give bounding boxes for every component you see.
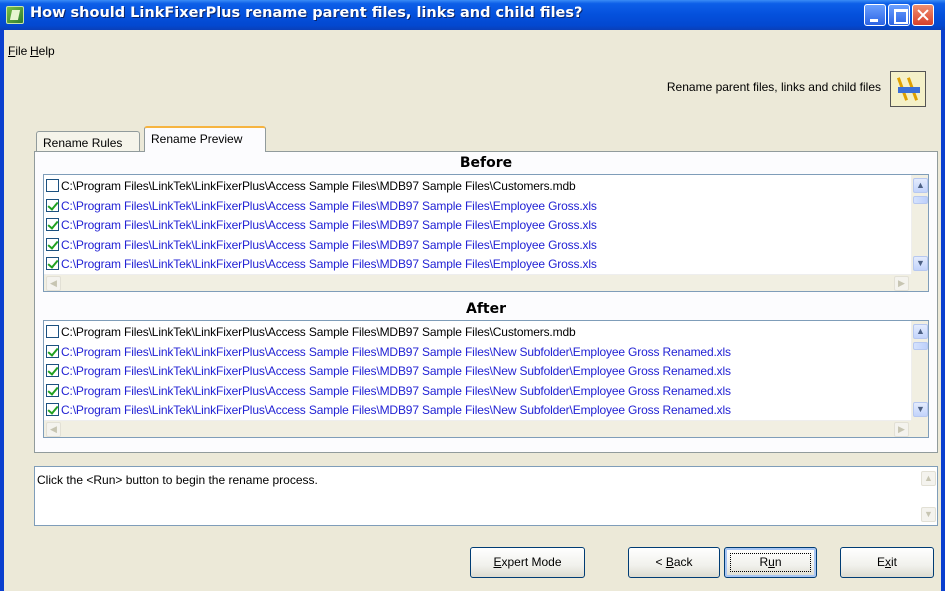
file-path: C:\Program Files\LinkTek\LinkFixerPlus\A…	[61, 237, 597, 252]
after-horizontal-scrollbar[interactable]: ◀ ▶	[44, 420, 911, 437]
title-bar[interactable]: How should LinkFixerPlus rename parent f…	[0, 0, 945, 30]
back-button[interactable]: < Back	[628, 547, 720, 578]
after-vertical-scrollbar[interactable]: ▲ ▼	[911, 321, 928, 421]
scroll-right-button[interactable]: ▶	[894, 276, 909, 291]
list-item[interactable]: C:\Program Files\LinkTek\LinkFixerPlus\A…	[46, 362, 731, 381]
header-description: Rename parent files, links and child fil…	[666, 80, 881, 94]
file-path: C:\Program Files\LinkTek\LinkFixerPlus\A…	[61, 344, 731, 359]
file-path: C:\Program Files\LinkTek\LinkFixerPlus\A…	[61, 218, 597, 232]
before-title: Before	[459, 155, 513, 171]
file-path: C:\Program Files\LinkTek\LinkFixerPlus\A…	[61, 403, 731, 417]
file-path: C:\Program Files\LinkTek\LinkFixerPlus\A…	[61, 364, 731, 378]
list-item[interactable]: C:\Program Files\LinkTek\LinkFixerPlus\A…	[46, 177, 576, 196]
row-checkbox[interactable]	[46, 198, 59, 212]
scroll-corner	[911, 420, 928, 437]
scroll-thumb[interactable]	[913, 342, 928, 350]
scroll-down-button[interactable]: ▼	[913, 402, 928, 417]
status-message-box[interactable]: Click the <Run> button to begin the rena…	[34, 466, 938, 526]
scroll-thumb[interactable]	[913, 196, 928, 204]
row-checkbox[interactable]	[46, 364, 59, 377]
scroll-up-button[interactable]: ▲	[921, 471, 936, 486]
preview-panel: Before C:\Program Files\LinkTek\LinkFixe…	[34, 151, 938, 453]
row-checkbox[interactable]	[46, 383, 59, 397]
dialog-window: How should LinkFixerPlus rename parent f…	[0, 0, 945, 591]
row-checkbox[interactable]	[46, 237, 59, 251]
file-path: C:\Program Files\LinkTek\LinkFixerPlus\A…	[61, 325, 576, 339]
row-checkbox[interactable]	[46, 344, 59, 358]
expert-mode-button[interactable]: Expert Mode	[470, 547, 585, 578]
list-item[interactable]: C:\Program Files\LinkTek\LinkFixerPlus\A…	[46, 401, 731, 420]
list-item[interactable]: C:\Program Files\LinkTek\LinkFixerPlus\A…	[46, 255, 597, 274]
row-checkbox[interactable]	[46, 179, 59, 192]
status-message: Click the <Run> button to begin the rena…	[37, 473, 318, 487]
before-list[interactable]: C:\Program Files\LinkTek\LinkFixerPlus\A…	[43, 174, 929, 292]
row-checkbox[interactable]	[46, 325, 59, 338]
minimize-button[interactable]	[864, 4, 886, 26]
scroll-right-button[interactable]: ▶	[894, 422, 909, 437]
list-item[interactable]: C:\Program Files\LinkTek\LinkFixerPlus\A…	[46, 382, 731, 401]
rename-road-icon	[890, 71, 926, 107]
scroll-left-button[interactable]: ◀	[46, 276, 61, 291]
file-path: C:\Program Files\LinkTek\LinkFixerPlus\A…	[61, 179, 576, 193]
after-list[interactable]: C:\Program Files\LinkTek\LinkFixerPlus\A…	[43, 320, 929, 438]
exit-button[interactable]: Exit	[840, 547, 934, 578]
close-button[interactable]	[912, 4, 934, 26]
list-item[interactable]: C:\Program Files\LinkTek\LinkFixerPlus\A…	[46, 323, 576, 342]
list-item[interactable]: C:\Program Files\LinkTek\LinkFixerPlus\A…	[46, 197, 597, 216]
scroll-down-button[interactable]: ▼	[913, 256, 928, 271]
scroll-corner	[911, 274, 928, 291]
list-item[interactable]: C:\Program Files\LinkTek\LinkFixerPlus\A…	[46, 343, 731, 362]
maximize-button[interactable]	[888, 4, 910, 26]
run-button[interactable]: Run	[724, 547, 817, 578]
list-item[interactable]: C:\Program Files\LinkTek\LinkFixerPlus\A…	[46, 216, 597, 235]
scroll-up-button[interactable]: ▲	[913, 178, 928, 193]
row-checkbox[interactable]	[46, 218, 59, 231]
before-horizontal-scrollbar[interactable]: ◀ ▶	[44, 274, 911, 291]
file-path: C:\Program Files\LinkTek\LinkFixerPlus\A…	[61, 383, 731, 398]
window-title: How should LinkFixerPlus rename parent f…	[30, 5, 583, 21]
menu-file[interactable]: File	[8, 44, 27, 58]
after-title: After	[465, 301, 507, 317]
tab-rename-preview[interactable]: Rename Preview	[144, 126, 266, 152]
row-checkbox[interactable]	[46, 257, 59, 270]
menu-help[interactable]: Help	[30, 44, 55, 58]
scroll-down-button[interactable]: ▼	[921, 507, 936, 522]
before-vertical-scrollbar[interactable]: ▲ ▼	[911, 175, 928, 275]
file-path: C:\Program Files\LinkTek\LinkFixerPlus\A…	[61, 198, 597, 213]
app-icon	[6, 6, 24, 24]
row-checkbox[interactable]	[46, 403, 59, 416]
scroll-left-button[interactable]: ◀	[46, 422, 61, 437]
scroll-up-button[interactable]: ▲	[913, 324, 928, 339]
tab-rename-rules[interactable]: Rename Rules	[36, 131, 140, 153]
list-item[interactable]: C:\Program Files\LinkTek\LinkFixerPlus\A…	[46, 236, 597, 255]
file-path: C:\Program Files\LinkTek\LinkFixerPlus\A…	[61, 257, 597, 271]
